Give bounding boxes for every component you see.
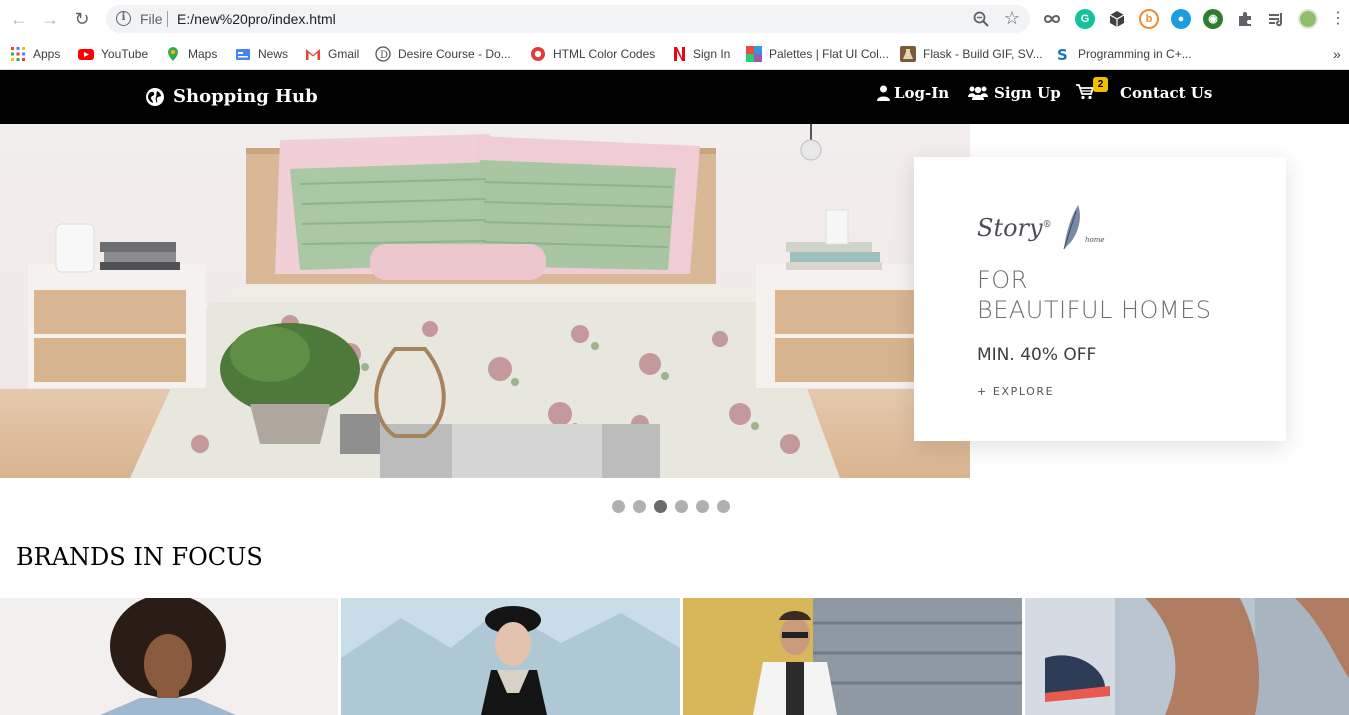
nav-cart-link[interactable] bbox=[1076, 84, 1094, 100]
bookmark-label: Desire Course - Do... bbox=[398, 47, 511, 61]
bookmark-label: HTML Color Codes bbox=[553, 47, 656, 61]
feather-icon bbox=[1063, 205, 1080, 250]
promo-headline-line1: FOR bbox=[977, 266, 1028, 294]
brands-in-focus-heading: BRANDS IN FOCUS bbox=[16, 543, 263, 571]
story-logo-registered: ® bbox=[1042, 220, 1052, 230]
bookmark-news[interactable]: News bbox=[235, 45, 288, 63]
orange-extension-icon[interactable]: b bbox=[1139, 9, 1159, 29]
site-info-icon[interactable]: i bbox=[116, 11, 131, 26]
bookmark-label: Palettes | Flat UI Col... bbox=[769, 47, 889, 61]
zoom-icon[interactable] bbox=[972, 10, 990, 28]
carousel-dot-4[interactable] bbox=[675, 500, 688, 513]
back-arrow-icon[interactable]: ← bbox=[8, 8, 30, 30]
nav-signup-label: Sign Up bbox=[994, 84, 1061, 102]
programming-icon: S bbox=[1057, 46, 1068, 62]
bookmark-flask[interactable]: Flask - Build GIF, SV... bbox=[900, 45, 1043, 63]
carousel-dot-1[interactable] bbox=[612, 500, 625, 513]
promo-headline-line2: BEAUTIFUL HOMES bbox=[977, 296, 1212, 324]
site-navbar: Shopping Hub Log-In Sign Up Contact Us bbox=[0, 70, 1349, 124]
browser-menu-icon[interactable]: ⋮ bbox=[1330, 8, 1346, 30]
address-separator bbox=[167, 11, 168, 27]
maps-pin-icon bbox=[168, 47, 178, 61]
bookmark-label: Gmail bbox=[328, 47, 360, 61]
youtube-icon bbox=[78, 49, 94, 60]
address-scheme-label: File bbox=[140, 11, 163, 27]
flask-icon bbox=[900, 46, 916, 62]
bookmark-netflix-sign-in[interactable]: Sign In bbox=[670, 45, 730, 63]
carousel-dot-3[interactable] bbox=[654, 500, 667, 513]
bookmark-label: Maps bbox=[188, 47, 218, 61]
carousel-indicators bbox=[612, 500, 730, 513]
bookmark-apps[interactable]: Apps bbox=[10, 45, 60, 63]
html-color-codes-icon bbox=[531, 47, 545, 61]
user-icon bbox=[877, 85, 890, 101]
nav-login-link[interactable]: Log-In bbox=[877, 84, 949, 102]
carousel-dot-5[interactable] bbox=[696, 500, 709, 513]
bookmark-youtube[interactable]: YouTube bbox=[78, 45, 148, 63]
brand-card-running-shoes[interactable] bbox=[1025, 598, 1349, 715]
svg-text:D: D bbox=[380, 50, 388, 61]
netflix-icon bbox=[674, 47, 685, 61]
address-bar[interactable]: i File E:/new%20pro/index.html ☆ bbox=[106, 5, 1030, 33]
promo-card[interactable]: Story® home FOR BEAUTIFUL HOMES MIN. 40%… bbox=[914, 157, 1286, 441]
promo-headline: FOR BEAUTIFUL HOMES bbox=[977, 265, 1212, 325]
brand-card-jacket-model[interactable] bbox=[683, 598, 1022, 715]
promo-offer: MIN. 40% OFF bbox=[977, 345, 1097, 365]
desire-course-icon: D bbox=[375, 46, 391, 62]
bookmark-label: Sign In bbox=[693, 47, 731, 61]
bookmarks-overflow-chevron-icon[interactable]: » bbox=[1333, 45, 1341, 63]
apps-grid-icon bbox=[11, 47, 25, 61]
bookmark-label: Flask - Build GIF, SV... bbox=[923, 47, 1043, 61]
globe-icon bbox=[146, 87, 164, 106]
story-logo-text: Story bbox=[977, 214, 1043, 242]
users-group-icon bbox=[968, 86, 988, 100]
bedroom-banner-image bbox=[0, 124, 970, 478]
hero-carousel[interactable]: Story® home FOR BEAUTIFUL HOMES MIN. 40%… bbox=[0, 124, 1349, 478]
nav-contact-label: Contact Us bbox=[1120, 84, 1213, 102]
bookmark-programming[interactable]: S Programming in C+... bbox=[1055, 45, 1192, 63]
cube-extension-icon[interactable] bbox=[1107, 9, 1127, 29]
explore-link[interactable]: + EXPLORE bbox=[977, 385, 1054, 398]
bookmark-label: Programming in C+... bbox=[1078, 47, 1192, 61]
address-url[interactable]: E:/new%20pro/index.html bbox=[177, 11, 336, 27]
forward-arrow-icon[interactable]: → bbox=[39, 8, 61, 30]
grammarly-icon[interactable]: G bbox=[1075, 9, 1095, 29]
svg-text:S: S bbox=[1057, 46, 1068, 62]
bookmark-html-color-codes[interactable]: HTML Color Codes bbox=[530, 45, 655, 63]
news-icon bbox=[236, 49, 250, 60]
chat-extension-icon[interactable]: ● bbox=[1171, 9, 1191, 29]
bookmark-label: News bbox=[258, 47, 289, 61]
brand-card-beret-model[interactable] bbox=[341, 598, 680, 715]
bookmark-label: Apps bbox=[33, 47, 61, 61]
bookmark-maps[interactable]: Maps bbox=[165, 45, 217, 63]
extensions-puzzle-icon[interactable] bbox=[1235, 9, 1255, 29]
bookmark-gmail[interactable]: Gmail bbox=[305, 45, 359, 63]
browser-toolbar: ← → ↻ i File E:/new%20pro/index.html ☆ G… bbox=[0, 0, 1349, 38]
shopping-cart-icon bbox=[1076, 84, 1094, 100]
globe-extension-icon[interactable]: ◉ bbox=[1203, 9, 1223, 29]
carousel-dot-6[interactable] bbox=[717, 500, 730, 513]
reload-icon[interactable]: ↻ bbox=[71, 8, 93, 30]
brand-card-curly-hair-model[interactable] bbox=[0, 598, 338, 715]
profile-avatar[interactable] bbox=[1298, 9, 1318, 29]
infinity-extension-icon[interactable] bbox=[1042, 9, 1062, 29]
site-brand[interactable]: Shopping Hub bbox=[146, 86, 318, 107]
carousel-dot-2[interactable] bbox=[633, 500, 646, 513]
site-brand-name: Shopping Hub bbox=[173, 86, 318, 107]
bookmarks-bar: Apps YouTube Maps News Gmail D Desire Co… bbox=[0, 38, 1349, 70]
nav-login-label: Log-In bbox=[894, 84, 950, 102]
nav-contact-link[interactable]: Contact Us bbox=[1120, 84, 1212, 102]
bookmark-palettes[interactable]: Palettes | Flat UI Col... bbox=[746, 45, 889, 63]
bookmark-desire-course[interactable]: D Desire Course - Do... bbox=[375, 45, 511, 63]
cart-count-badge: 2 bbox=[1093, 77, 1108, 92]
media-queue-icon[interactable] bbox=[1266, 9, 1286, 29]
story-logo-sub: home bbox=[1085, 236, 1105, 244]
gmail-icon bbox=[306, 49, 320, 60]
palettes-icon bbox=[746, 46, 762, 62]
nav-signup-link[interactable]: Sign Up bbox=[968, 84, 1061, 102]
story-brand-logo: Story® home bbox=[977, 214, 1105, 244]
bookmark-star-icon[interactable]: ☆ bbox=[1004, 8, 1020, 29]
bookmark-label: YouTube bbox=[101, 47, 149, 61]
